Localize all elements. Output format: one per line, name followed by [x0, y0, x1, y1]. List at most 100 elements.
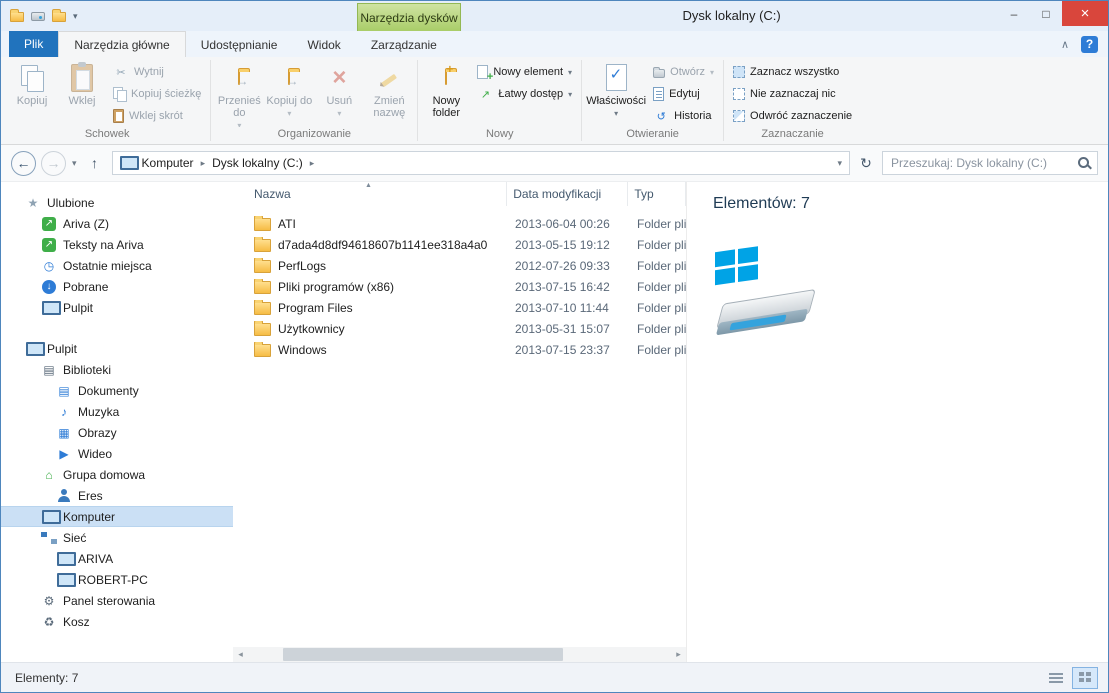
open-button[interactable]: Otwórz ▾ [647, 61, 720, 83]
sidebar-item-network[interactable]: Sieć [1, 527, 233, 548]
recent-places-clock-icon: ◷ [43, 258, 55, 273]
file-name: Program Files [278, 300, 353, 315]
sidebar-item-ariva-pc[interactable]: ARIVA [1, 548, 233, 569]
computer-icon [56, 572, 76, 587]
copy-path-button[interactable]: Kopiuj ścieżkę [107, 83, 207, 105]
sidebar-item-downloads[interactable]: ↓ Pobrane [1, 276, 233, 297]
sidebar-item-eres[interactable]: Eres [1, 485, 233, 506]
select-all-button[interactable]: Zaznacz wszystko [727, 61, 858, 83]
scroll-left-icon[interactable]: ◂ [233, 647, 248, 662]
search-icon[interactable] [1077, 156, 1091, 170]
view-details-button[interactable] [1043, 667, 1069, 689]
forward-button[interactable]: → [41, 150, 66, 176]
status-bar: Elementy: 7 [1, 662, 1108, 692]
scroll-right-icon[interactable]: ▸ [671, 647, 686, 662]
refresh-button[interactable]: ↻ [855, 151, 877, 175]
sidebar-section-favorites[interactable]: ★ Ulubione [1, 192, 233, 213]
qat-chevron-down-icon[interactable]: ▾ [73, 11, 78, 22]
file-row-hash[interactable]: d7ada4d8df94618607b1141ee318a4a0 2013-05… [233, 234, 686, 255]
new-item-button[interactable]: Nowy element ▾ [471, 61, 578, 83]
delete-button[interactable]: × Usuń ▾ [314, 58, 364, 127]
back-button[interactable]: ← [11, 150, 36, 176]
column-header-modified[interactable]: Data modyfikacji [507, 182, 629, 206]
sidebar-item-ariva-z[interactable]: ↗ Ariva (Z) [1, 213, 233, 234]
file-row-windows[interactable]: Windows 2013-07-15 23:37 Folder plik [233, 339, 686, 360]
file-row-ati[interactable]: ATI 2013-06-04 00:26 Folder plik [233, 213, 686, 234]
properties-label: Właściwości [586, 95, 647, 107]
sidebar-label: Grupa domowa [63, 467, 146, 482]
easy-access-button[interactable]: ↗ Łatwy dostęp ▾ [471, 83, 578, 105]
sidebar-item-teksty-na-ariva[interactable]: ↗ Teksty na Ariva [1, 234, 233, 255]
copy-button[interactable]: Kopiuj [7, 58, 57, 127]
file-type: Folder plik [637, 237, 686, 252]
up-button[interactable]: ↑ [83, 151, 107, 175]
tab-share[interactable]: Udostępnianie [186, 32, 293, 57]
view-thumbnails-button[interactable] [1072, 666, 1098, 689]
sidebar-item-videos[interactable]: ▶ Wideo [1, 443, 233, 464]
folder-icon [254, 258, 271, 273]
file-row-program-files[interactable]: Program Files 2013-07-10 11:44 Folder pl… [233, 297, 686, 318]
column-header-type[interactable]: Typ [628, 182, 686, 206]
maximize-button[interactable]: □ [1030, 1, 1062, 26]
paste-shortcut-button[interactable]: Wklej skrót [107, 105, 207, 127]
qat-properties-icon[interactable] [31, 11, 45, 21]
sidebar-label: Pulpit [47, 341, 78, 356]
file-type: Folder plik [637, 300, 686, 315]
cut-button[interactable]: ✂ Wytnij [107, 61, 207, 83]
sidebar-item-libraries[interactable]: ▤ Biblioteki [1, 359, 233, 380]
tab-manage[interactable]: Zarządzanie [356, 32, 452, 57]
qat-new-folder-icon[interactable] [52, 9, 66, 22]
help-button[interactable]: ? [1081, 35, 1098, 53]
sidebar-item-documents[interactable]: ▤ Dokumenty [1, 380, 233, 401]
app-explorer-icon[interactable] [10, 9, 24, 22]
file-modified: 2013-07-15 16:42 [515, 279, 610, 294]
rename-button[interactable]: Zmień nazwę [364, 58, 414, 127]
file-row-program-files-x86[interactable]: Pliki programów (x86) 2013-07-15 16:42 F… [233, 276, 686, 297]
tab-view[interactable]: Widok [292, 32, 355, 57]
copy-to-button[interactable]: → Kopiuj do ▾ [264, 58, 314, 127]
file-row-users[interactable]: Użytkownicy 2013-05-31 15:07 Folder plik [233, 318, 686, 339]
recent-locations-chevron-icon[interactable]: ▾ [71, 158, 78, 169]
breadcrumb-separator-icon[interactable]: ▸ [310, 158, 315, 169]
invert-selection-button[interactable]: Odwróć zaznaczenie [727, 105, 858, 127]
recycle-bin-icon: ♻ [43, 614, 55, 629]
scrollbar-thumb[interactable] [283, 648, 563, 661]
sidebar-label: ROBERT-PC [78, 572, 148, 587]
move-to-button[interactable]: → Przenieś do ▾ [214, 58, 264, 127]
breadcrumb-separator-icon[interactable]: ▸ [201, 158, 206, 169]
sidebar-item-recent-places[interactable]: ◷ Ostatnie miejsca [1, 255, 233, 276]
tab-home[interactable]: Narzędzia główne [58, 31, 186, 57]
window-title: Dysk lokalny (C:) [682, 8, 781, 23]
sidebar-item-recycle-bin[interactable]: ♻ Kosz [1, 611, 233, 632]
sidebar-item-computer[interactable]: Komputer [1, 506, 233, 527]
breadcrumb-local-disk[interactable]: Dysk lokalny (C:) [212, 156, 303, 170]
history-button[interactable]: ↺ Historia [647, 105, 720, 127]
sidebar-item-desktop-favorite[interactable]: Pulpit [1, 297, 233, 318]
edit-button[interactable]: Edytuj [647, 83, 720, 105]
horizontal-scrollbar[interactable]: ◂ ▸ [233, 647, 686, 662]
new-folder-button[interactable]: + Nowy folder [421, 58, 471, 127]
sidebar-item-music[interactable]: ♪ Muzyka [1, 401, 233, 422]
file-row-perflogs[interactable]: PerfLogs 2012-07-26 09:33 Folder plik [233, 255, 686, 276]
breadcrumb-computer[interactable]: Komputer [142, 156, 194, 170]
minimize-button[interactable]: – [998, 1, 1030, 26]
scrollbar-track[interactable] [248, 647, 671, 662]
sidebar-label: Pulpit [63, 300, 94, 315]
search-input[interactable] [891, 156, 1077, 170]
sidebar-item-homegroup[interactable]: ⌂ Grupa domowa [1, 464, 233, 485]
paste-button[interactable]: Wklej [57, 58, 107, 127]
breadcrumb[interactable]: Komputer ▸ Dysk lokalny (C:) ▸ ▾ [111, 151, 850, 175]
select-none-button[interactable]: Nie zaznaczaj nic [727, 83, 858, 105]
sidebar-section-desktop[interactable]: Pulpit [1, 338, 233, 359]
address-dropdown-icon[interactable]: ▾ [837, 158, 842, 169]
minimize-ribbon-icon[interactable]: ∧ [1061, 38, 1069, 51]
tab-file[interactable]: Plik [9, 31, 59, 57]
sidebar-item-pictures[interactable]: ▦ Obrazy [1, 422, 233, 443]
close-button[interactable]: × [1062, 1, 1108, 26]
copy-path-icon [113, 87, 127, 102]
sidebar-item-control-panel[interactable]: ⚙ Panel sterowania [1, 590, 233, 611]
sidebar-item-robert-pc[interactable]: ROBERT-PC [1, 569, 233, 590]
desktop-icon [25, 341, 45, 356]
file-modified: 2013-06-04 00:26 [515, 216, 610, 231]
properties-button[interactable]: Właściwości ▾ [585, 58, 647, 127]
